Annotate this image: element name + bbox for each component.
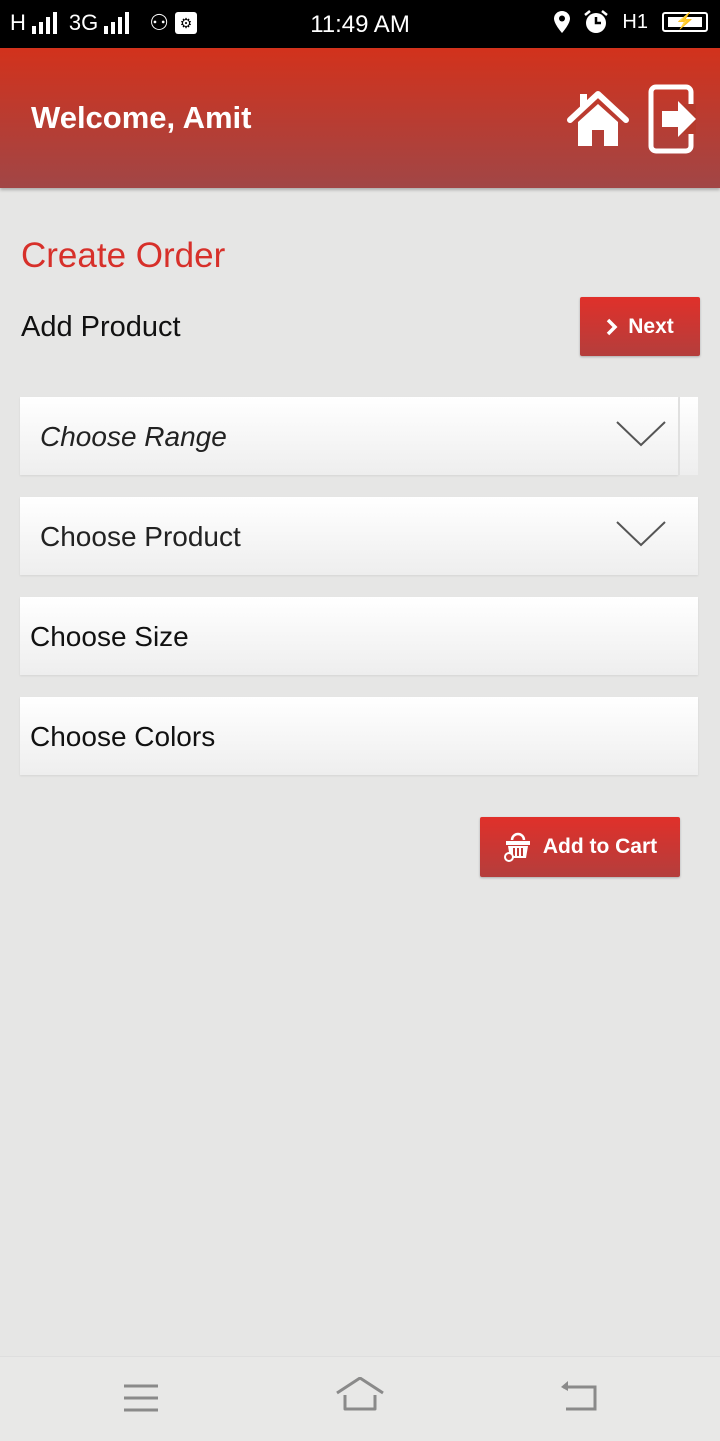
menu-button[interactable] — [116, 1377, 166, 1421]
cart-basket-icon — [503, 832, 530, 862]
chevron-down-icon — [616, 521, 666, 547]
page-title: Create Order — [21, 236, 226, 275]
system-home-button[interactable] — [335, 1376, 385, 1421]
system-nav-bar — [0, 1356, 720, 1441]
add-to-cart-button[interactable]: Add to Cart — [480, 817, 680, 877]
battery-charging-icon: ⚡ — [662, 12, 708, 32]
next-label: Next — [628, 314, 674, 338]
next-button[interactable]: Next — [580, 297, 700, 356]
range-placeholder: Choose Range — [40, 421, 227, 452]
section-subtitle: Add Product — [21, 311, 181, 343]
welcome-text: Welcome, Amit — [31, 100, 252, 135]
home-icon — [336, 1376, 384, 1411]
product-dropdown[interactable]: Choose Product — [20, 497, 698, 575]
back-icon — [561, 1381, 597, 1411]
logout-button[interactable] — [648, 84, 700, 154]
colors-field[interactable]: Choose Colors — [20, 697, 698, 775]
chevron-right-icon — [606, 318, 618, 335]
product-placeholder: Choose Product — [40, 521, 241, 552]
range-dropdown[interactable]: Choose Range — [20, 397, 698, 475]
logout-icon — [648, 84, 696, 154]
chevron-down-icon — [616, 421, 666, 447]
add-to-cart-label: Add to Cart — [542, 835, 658, 858]
hd-indicator: H1 — [622, 10, 648, 33]
colors-placeholder: Choose Colors — [30, 721, 216, 752]
status-bar: H 3G ⚇ ⚙ 11:49 AM H1 ⚡ — [0, 0, 720, 48]
status-right: H1 ⚡ — [554, 10, 708, 34]
location-icon — [554, 11, 571, 33]
size-field[interactable]: Choose Size — [20, 597, 698, 675]
home-icon — [567, 91, 629, 146]
size-placeholder: Choose Size — [30, 621, 189, 652]
app-bar: Welcome, Amit — [0, 48, 720, 188]
back-button[interactable] — [555, 1377, 605, 1421]
alarm-icon — [584, 10, 609, 33]
home-button[interactable] — [566, 88, 630, 152]
menu-icon — [124, 1384, 158, 1412]
